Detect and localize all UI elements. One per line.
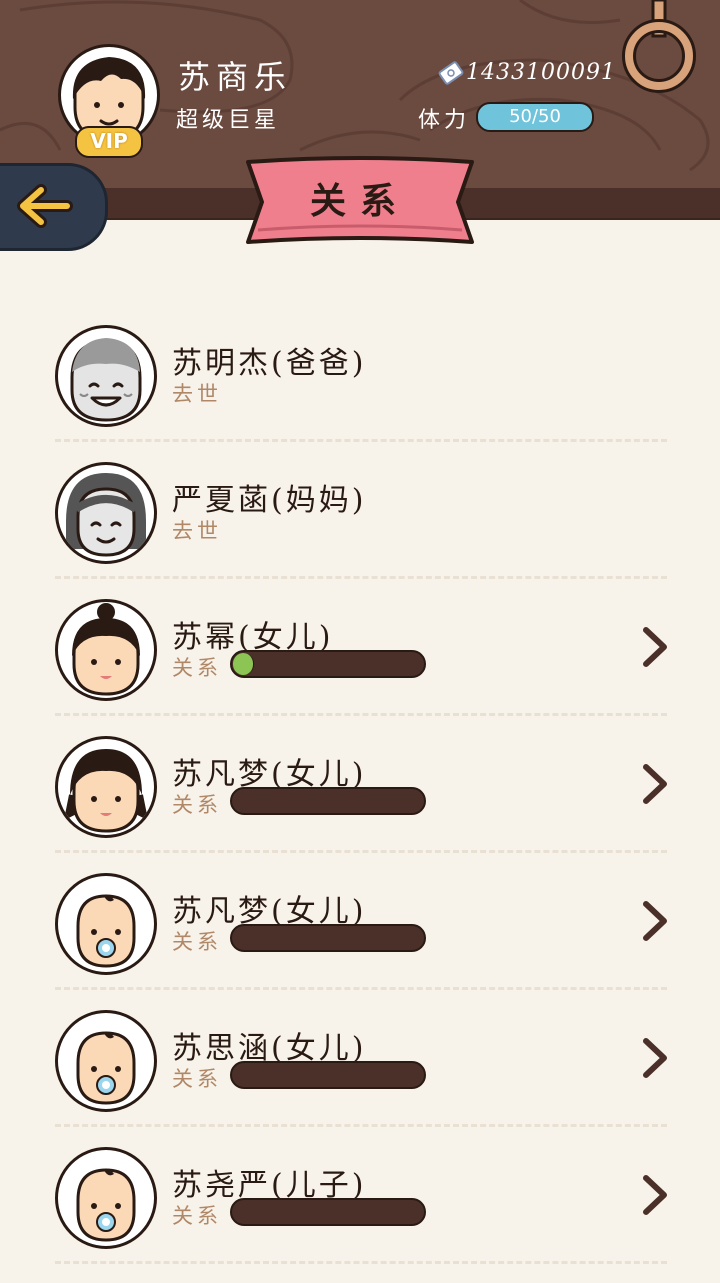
divider	[55, 987, 667, 990]
member-status: 去世	[172, 519, 222, 543]
relationship-label: 关系	[172, 930, 222, 954]
list-item: 苏明杰(爸爸) 去世	[0, 324, 720, 461]
page-title: 关系	[309, 180, 410, 222]
avatar[interactable]	[55, 873, 157, 975]
relationship-bar	[230, 1198, 426, 1226]
relationship-bar	[230, 787, 426, 815]
list-item[interactable]: 苏思涵(女儿) 关系	[0, 1009, 720, 1146]
list-item[interactable]: 苏凡梦(女儿) 关系	[0, 735, 720, 872]
chevron-right-icon[interactable]	[640, 1037, 670, 1079]
list-item[interactable]: 苏凡梦(女儿) 关系	[0, 872, 720, 1009]
avatar[interactable]	[55, 736, 157, 838]
elder-woman-face-icon	[66, 473, 146, 557]
avatar[interactable]	[55, 599, 157, 701]
relationship-label: 关系	[172, 793, 222, 817]
divider	[55, 439, 667, 442]
relationship-label: 关系	[172, 656, 222, 680]
member-name: 苏明杰(爸爸)	[172, 346, 367, 381]
relationship-bar	[230, 924, 426, 952]
member-name: 严夏菡(妈妈)	[172, 483, 367, 518]
vip-badge[interactable]: VIP	[75, 126, 143, 158]
stamina-label: 体力	[418, 108, 471, 133]
player-title: 超级巨星	[176, 108, 281, 133]
relationship-fill	[233, 653, 254, 675]
divider	[55, 850, 667, 853]
avatar[interactable]	[55, 462, 157, 564]
money-value: 1433100091	[466, 60, 616, 85]
relationship-bar	[230, 650, 426, 678]
list-item[interactable]: 苏尧严(儿子) 关系	[0, 1146, 720, 1283]
elder-man-face-icon	[70, 338, 142, 422]
baby-face-icon	[76, 1031, 136, 1105]
relationship-label: 关系	[172, 1204, 222, 1228]
settings-ring-icon[interactable]	[622, 0, 696, 96]
banknote-icon	[438, 61, 464, 85]
baby-face-icon	[76, 1168, 136, 1242]
girl-braids-face-icon	[65, 749, 147, 833]
arrow-left-icon	[17, 184, 73, 228]
chevron-right-icon[interactable]	[640, 626, 670, 668]
stamina-bar: 50/50	[476, 102, 594, 132]
divider	[55, 1261, 667, 1264]
list-item[interactable]: 苏幂(女儿) 关系	[0, 598, 720, 735]
avatar[interactable]	[55, 1147, 157, 1249]
girl-bun-face-icon	[72, 603, 140, 696]
baby-face-icon	[76, 894, 136, 968]
back-button[interactable]	[0, 163, 108, 251]
member-status: 去世	[172, 382, 222, 406]
list-item: 严夏菡(妈妈) 去世	[0, 461, 720, 598]
divider	[55, 713, 667, 716]
chevron-right-icon[interactable]	[640, 1174, 670, 1216]
divider	[55, 1124, 667, 1127]
chevron-right-icon[interactable]	[640, 900, 670, 942]
divider	[55, 576, 667, 579]
avatar[interactable]	[55, 1010, 157, 1112]
chevron-right-icon[interactable]	[640, 763, 670, 805]
relationship-label: 关系	[172, 1067, 222, 1091]
player-name: 苏商乐	[178, 58, 293, 96]
avatar[interactable]	[55, 325, 157, 427]
relationship-bar	[230, 1061, 426, 1089]
